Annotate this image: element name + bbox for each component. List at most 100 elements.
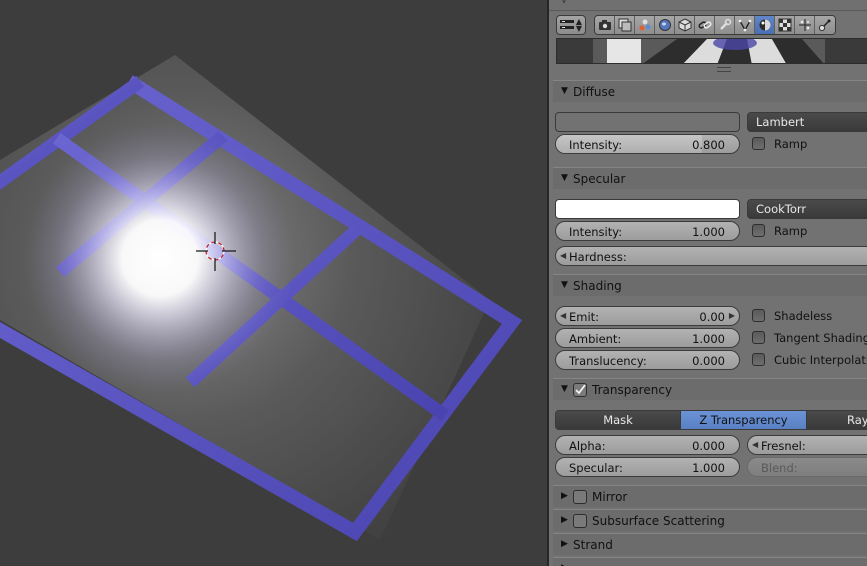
shadeless-checkbox[interactable]: Shadeless xyxy=(752,308,867,324)
translucency-value: 0.000 xyxy=(692,354,725,368)
diffuse-intensity-label: Intensity: xyxy=(569,138,623,152)
specular-title: Specular xyxy=(573,172,626,186)
physics-icon xyxy=(818,19,831,32)
z-transparency-mode-button[interactable]: Z Transparency xyxy=(680,410,807,430)
scene-icon xyxy=(639,19,651,31)
fresnel-field[interactable]: ◀ Fresnel: xyxy=(747,435,867,455)
specular-shader-dropdown[interactable]: CookTorr xyxy=(747,199,867,219)
decrement-arrow-icon[interactable]: ◀ xyxy=(752,440,758,449)
checkmark-icon xyxy=(575,384,586,395)
emit-value: 0.00 xyxy=(699,310,725,324)
strand-title: Strand xyxy=(573,538,613,552)
ambient-label: Ambient: xyxy=(569,332,622,346)
alpha-label: Alpha: xyxy=(569,439,606,453)
diffuse-ramp-checkbox[interactable]: Ramp xyxy=(752,136,862,152)
cubic-interpolation-checkbox[interactable]: Cubic Interpolation xyxy=(752,352,867,368)
diffuse-panel-header[interactable]: ▼ Diffuse xyxy=(553,80,867,102)
shading-title: Shading xyxy=(573,279,622,293)
transparency-specular-value: 1.000 xyxy=(692,461,725,475)
world-tab[interactable] xyxy=(655,16,675,34)
translucency-label: Translucency: xyxy=(569,354,647,368)
transparency-title: Transparency xyxy=(592,383,673,397)
emit-field[interactable]: ◀ Emit: 0.00 ▶ xyxy=(555,306,740,326)
constraints-tab[interactable] xyxy=(695,16,715,34)
diffuse-ramp-label: Ramp xyxy=(774,137,808,151)
texture-tab[interactable] xyxy=(775,16,795,34)
diffuse-color-field[interactable] xyxy=(555,112,740,132)
emit-label: Emit: xyxy=(569,310,600,324)
wrench-icon xyxy=(720,18,732,30)
sss-panel-header[interactable]: ▶ Subsurface Scattering xyxy=(553,509,867,531)
render-layers-tab[interactable] xyxy=(615,16,635,34)
context-tabs xyxy=(594,15,836,35)
material-preview xyxy=(556,38,867,64)
material-sphere-icon xyxy=(759,19,771,31)
collapse-triangle-icon: ▼ xyxy=(561,384,568,394)
preview-resize-grip[interactable] xyxy=(717,67,731,72)
viewport-canvas[interactable] xyxy=(0,0,547,566)
specular-intensity-value: 1.000 xyxy=(692,225,725,239)
cube-icon xyxy=(678,18,692,32)
material-tab[interactable] xyxy=(755,16,775,34)
mask-mode-button[interactable]: Mask xyxy=(555,410,681,430)
transparency-enable-checkbox[interactable] xyxy=(573,383,587,397)
blend-label: Blend: xyxy=(761,461,798,475)
layers-icon xyxy=(618,18,632,32)
mesh-icon xyxy=(738,19,752,32)
camera-icon xyxy=(599,20,611,30)
alpha-value: 0.000 xyxy=(692,439,725,453)
options-panel-header[interactable]: ▶ xyxy=(553,557,867,566)
data-tab[interactable] xyxy=(735,16,755,34)
specular-panel-header[interactable]: ▼ Specular xyxy=(553,167,867,189)
world-icon xyxy=(659,19,671,31)
tangent-shading-checkbox[interactable]: Tangent Shading xyxy=(752,330,867,346)
decrement-arrow-icon[interactable]: ◀ xyxy=(560,251,566,260)
diffuse-shader-dropdown[interactable]: Lambert xyxy=(747,112,867,132)
diffuse-intensity-field[interactable]: Intensity: 0.800 xyxy=(555,134,740,154)
cubic-interpolation-label: Cubic Interpolation xyxy=(774,353,867,367)
shadeless-label: Shadeless xyxy=(774,309,833,323)
render-tab[interactable] xyxy=(595,16,615,34)
tangent-shading-label: Tangent Shading xyxy=(774,331,867,345)
collapse-triangle-icon: ▼ xyxy=(561,173,568,183)
increment-arrow-icon[interactable]: ▶ xyxy=(729,311,735,320)
shading-panel-header[interactable]: ▼ Shading xyxy=(553,274,867,296)
3d-viewport[interactable] xyxy=(0,0,547,566)
transparency-specular-field[interactable]: Specular: 1.000 xyxy=(555,457,740,477)
specular-intensity-label: Intensity: xyxy=(569,225,623,239)
specular-intensity-field[interactable]: Intensity: 1.000 xyxy=(555,221,740,241)
mirror-title: Mirror xyxy=(592,490,628,504)
physics-tab[interactable] xyxy=(815,16,835,34)
diffuse-intensity-value: 0.800 xyxy=(692,138,725,152)
diffuse-title: Diffuse xyxy=(573,85,616,99)
checker-icon xyxy=(778,18,792,32)
specular-ramp-checkbox[interactable]: Ramp xyxy=(752,223,862,239)
modifiers-tab[interactable] xyxy=(715,16,735,34)
alpha-field[interactable]: Alpha: 0.000 xyxy=(555,435,740,455)
sss-enable-checkbox[interactable] xyxy=(573,514,587,528)
particles-icon xyxy=(799,19,811,31)
ambient-value: 1.000 xyxy=(692,332,725,346)
particles-tab[interactable] xyxy=(795,16,815,34)
expand-triangle-icon: ▶ xyxy=(561,491,568,501)
strand-panel-header[interactable]: ▶ Strand xyxy=(553,533,867,555)
scene-tab[interactable] xyxy=(635,16,655,34)
decrement-arrow-icon[interactable]: ◀ xyxy=(560,311,566,320)
specular-hardness-field[interactable]: ◀ Hardness: xyxy=(555,246,867,266)
specular-ramp-label: Ramp xyxy=(774,224,808,238)
specular-color-field[interactable] xyxy=(555,199,740,219)
header-hint: ∇ xyxy=(561,0,568,6)
translucency-field[interactable]: Translucency: 0.000 xyxy=(555,350,740,370)
editor-type-dropdown[interactable]: ▲ ▼ xyxy=(556,15,586,35)
sss-title: Subsurface Scattering xyxy=(592,514,725,528)
transparency-specular-label: Specular: xyxy=(569,461,623,475)
editor-type-icon xyxy=(560,20,574,29)
ambient-field[interactable]: Ambient: 1.000 xyxy=(555,328,740,348)
object-tab[interactable] xyxy=(675,16,695,34)
transparency-panel-header[interactable]: ▼ Transparency xyxy=(553,378,867,400)
mirror-enable-checkbox[interactable] xyxy=(573,490,587,504)
raytrace-mode-button[interactable]: Rayt xyxy=(806,410,867,430)
blend-field: Blend: xyxy=(747,457,867,477)
fresnel-label: Fresnel: xyxy=(761,439,806,453)
mirror-panel-header[interactable]: ▶ Mirror xyxy=(553,485,867,507)
